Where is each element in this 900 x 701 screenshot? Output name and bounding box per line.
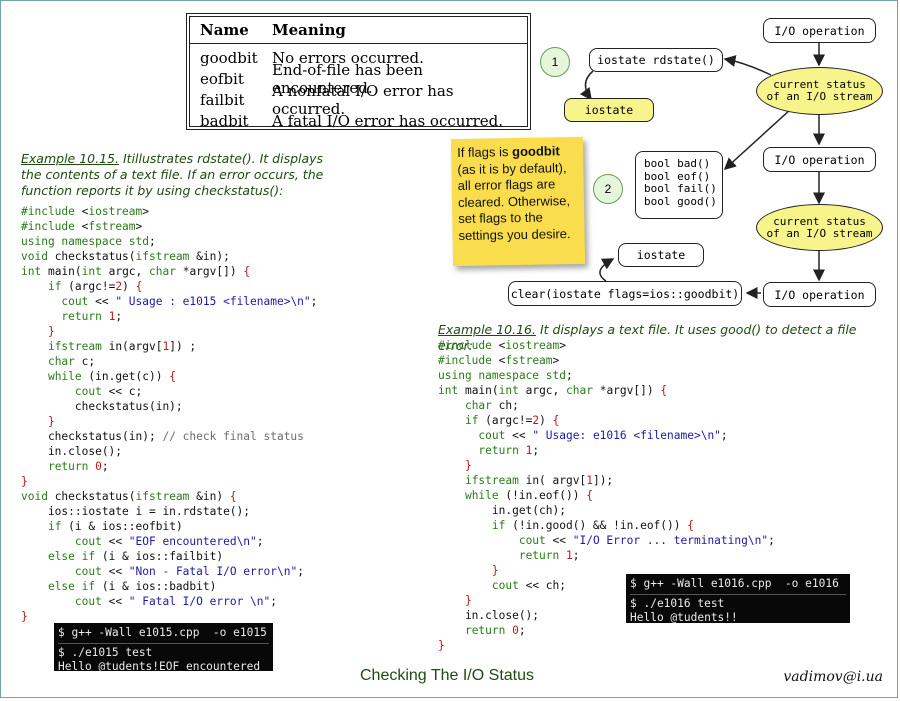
note-text: (as it is by default), all error flags a…: [457, 159, 571, 243]
terminal-e1015: $ g++ -Wall e1015.cpp -o e1015 $ ./e1015 …: [54, 623, 273, 673]
author-email: vadimov@i.ua: [783, 669, 883, 685]
terminal-line: Hello @tudents!!: [630, 610, 738, 624]
flag-name: badbit: [200, 111, 249, 130]
step-1-marker: 1: [540, 47, 570, 77]
io-operation-box: I/O operation: [763, 147, 876, 172]
terminal-line: $ ./e1016 test: [630, 596, 725, 610]
terminal-e1016: $ g++ -Wall e1016.cpp -o e1016 $ ./e1016 …: [626, 574, 850, 624]
step-2-marker: 2: [593, 174, 623, 204]
bool-func: bool bad(): [644, 157, 711, 170]
slide: Name Meaning goodbit No errors occurred. …: [0, 0, 898, 698]
bool-func: bool fail(): [644, 182, 717, 195]
sticky-note: If flags is goodbit (as it is by default…: [450, 136, 586, 267]
iostate-box: iostate: [618, 243, 704, 267]
flag-name: goodbit: [200, 48, 258, 67]
current-status-ellipse: current status of an I/O stream: [756, 67, 883, 115]
ellipse-line: of an I/O stream: [766, 226, 873, 240]
example-label: Example 10.16.: [438, 322, 536, 337]
slide-title: Checking The I/O Status: [359, 667, 534, 684]
terminal-line: $ g++ -Wall e1016.cpp -o e1016: [630, 577, 839, 590]
ellipse-line: current status: [773, 214, 866, 228]
flag-meaning: A fatal I/O error has occurred.: [272, 111, 504, 130]
header-name: Name: [200, 21, 249, 39]
table-header: Name Meaning: [190, 17, 527, 44]
terminal-line: $ ./e1015 test: [58, 645, 153, 659]
flag-name: failbit: [200, 90, 245, 109]
flag-name: eofbit: [200, 69, 244, 88]
bool-functions-box: bool bad() bool eof() bool fail() bool g…: [635, 151, 723, 219]
note-bold: goodbit: [511, 143, 560, 160]
clear-box: clear(iostate flags=ios::goodbit): [508, 281, 742, 306]
io-operation-box: I/O operation: [763, 18, 876, 43]
note-text: If flags is: [457, 144, 513, 161]
bool-func: bool good(): [644, 194, 717, 208]
current-status-ellipse: current status of an I/O stream: [756, 204, 883, 251]
example-10-15-caption: Example 10.15. Itillustrates rdstate(). …: [21, 151, 341, 199]
iostate-flags-table: Name Meaning goodbit No errors occurred. …: [186, 13, 531, 130]
ellipse-line: of an I/O stream: [766, 90, 873, 103]
rdstate-box: iostate rdstate(): [589, 48, 723, 72]
example-label: Example 10.15.: [21, 151, 119, 166]
header-meaning: Meaning: [272, 21, 346, 39]
table-row: failbit A nonfatal I/O error has occurred…: [190, 82, 527, 118]
io-operation-box: I/O operation: [763, 282, 876, 307]
example-10-15-code: #include <iostream> #include <fstream> usi…: [21, 205, 318, 623]
iostate-result-box: iostate: [564, 98, 654, 122]
terminal-line: $ g++ -Wall e1015.cpp -o e1015: [58, 626, 267, 639]
table-row: badbit A fatal I/O error has occurred.: [190, 110, 527, 131]
